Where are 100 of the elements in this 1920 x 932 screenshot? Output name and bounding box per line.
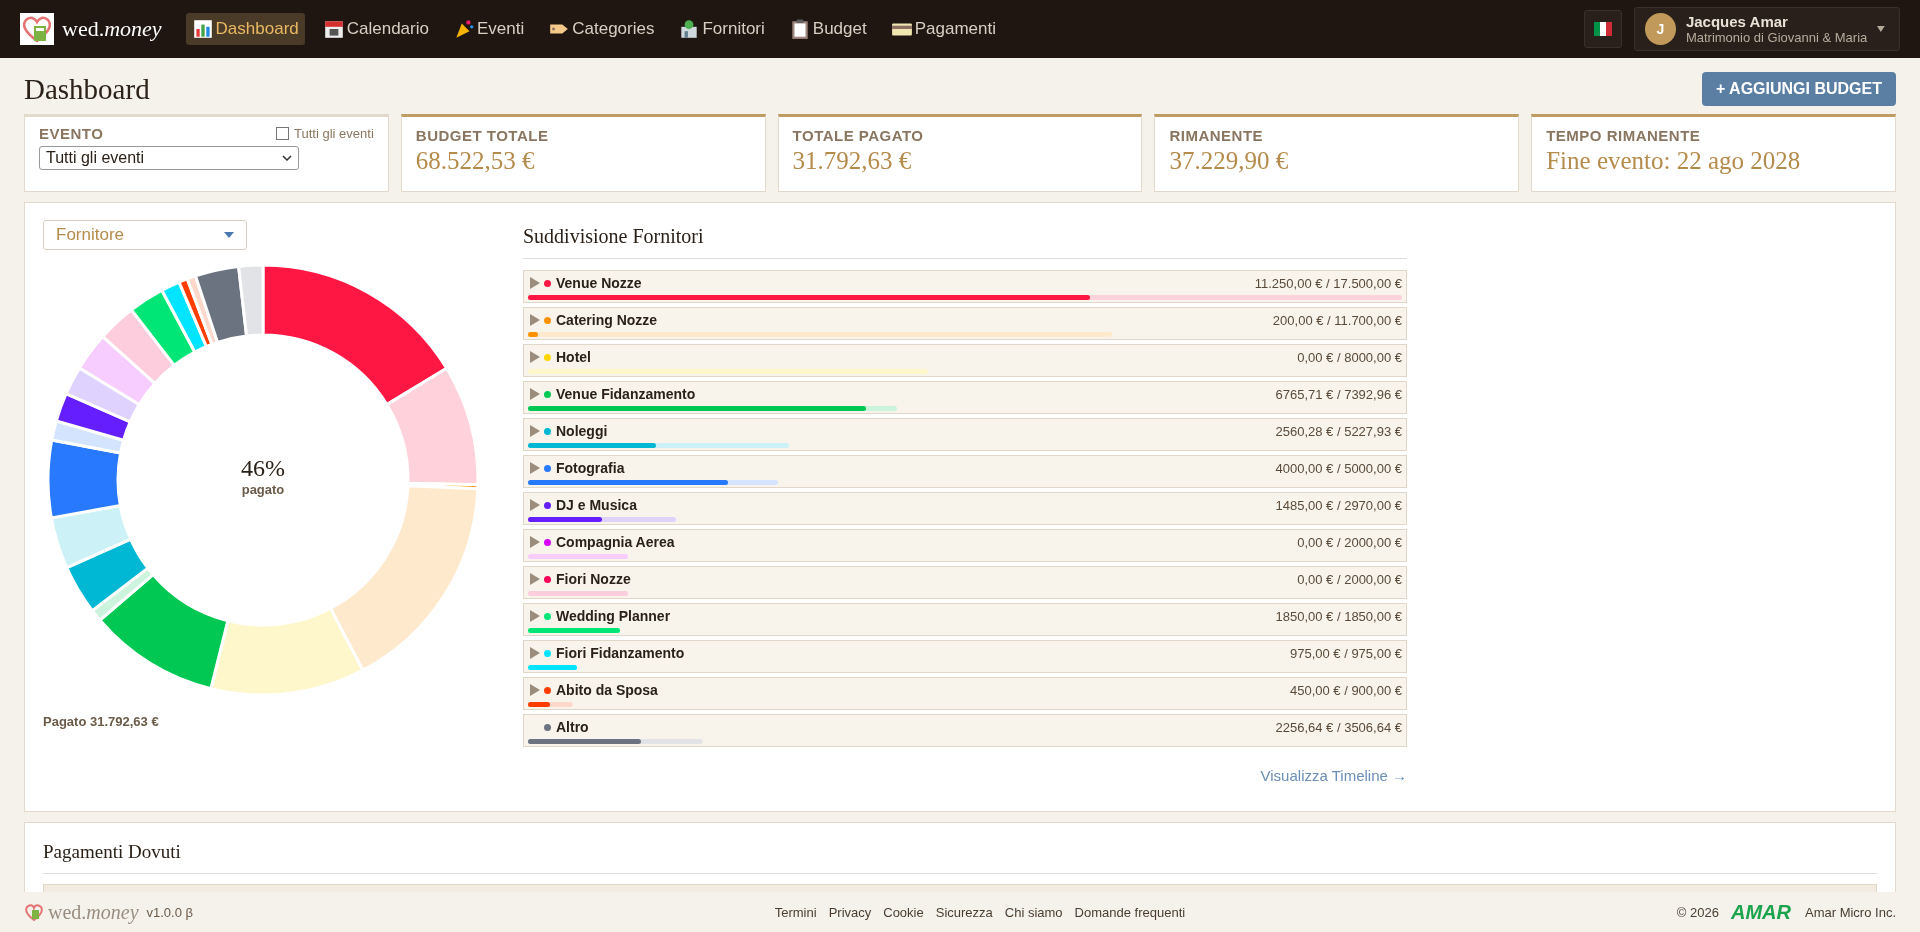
footer-link[interactable]: Chi siamo bbox=[1004, 904, 1063, 920]
paid-caption: pagato bbox=[241, 482, 285, 497]
vendor-row[interactable]: Altro 2256,64 € / 3506,64 € bbox=[523, 714, 1407, 747]
vendor-name: Noleggi bbox=[556, 423, 609, 439]
footer-link[interactable]: Termini bbox=[774, 904, 817, 920]
bar-chart-icon bbox=[191, 18, 214, 40]
expand-icon[interactable] bbox=[530, 536, 540, 548]
user-menu[interactable]: J Jacques Amar Matrimonio di Giovanni & Maria bbox=[1634, 7, 1900, 51]
card-label: BUDGET TOTALE bbox=[415, 127, 550, 144]
party-popper-icon bbox=[453, 18, 475, 40]
vendor-row[interactable]: Venue Nozze 11.250,00 € / 17.500,00 € bbox=[523, 270, 1407, 303]
vendor-row[interactable]: Catering Nozze 200,00 € / 11.700,00 € bbox=[523, 307, 1407, 340]
user-avatar: J bbox=[1645, 13, 1676, 45]
card-label: TOTALE PAGATO bbox=[792, 127, 925, 144]
company-name: Amar Micro Inc. bbox=[1805, 904, 1896, 920]
chevron-down-icon bbox=[282, 155, 292, 161]
footer-link[interactable]: Domande frequenti bbox=[1074, 904, 1186, 920]
copyright: © 2026 bbox=[1676, 904, 1719, 920]
expand-icon[interactable] bbox=[530, 647, 540, 659]
vendor-row[interactable]: Compagnia Aerea 0,00 € / 2000,00 € bbox=[523, 529, 1407, 562]
vendor-amount: 0,00 € / 2000,00 € bbox=[1297, 534, 1402, 550]
caret-icon bbox=[224, 232, 234, 238]
add-budget-button[interactable]: + AGGIUNGI BUDGET bbox=[1701, 72, 1896, 106]
flag-icon bbox=[1594, 22, 1612, 36]
checkbox-box[interactable] bbox=[276, 127, 290, 140]
card-value: 31.792,63 € bbox=[792, 147, 913, 175]
user-name: Jacques Amar bbox=[1685, 13, 1789, 30]
card-value: 37.229,90 € bbox=[1169, 147, 1290, 175]
company-logo: AMAR bbox=[1731, 900, 1791, 924]
expand-icon[interactable] bbox=[530, 277, 540, 289]
brand-name: wed.money bbox=[48, 900, 139, 924]
vendor-name: DJ e Musica bbox=[556, 497, 638, 513]
vendor-name: Venue Fidanzamento bbox=[556, 386, 697, 402]
vendor-row[interactable]: Abito da Sposa 450,00 € / 900,00 € bbox=[523, 677, 1407, 710]
vendor-name: Catering Nozze bbox=[556, 312, 659, 328]
paid-total: Pagato 31.792,63 € bbox=[43, 714, 160, 729]
vendor-amount: 0,00 € / 8000,00 € bbox=[1297, 349, 1402, 365]
nav-tab[interactable]: Calendario bbox=[316, 13, 435, 45]
vendor-name: Compagnia Aerea bbox=[556, 534, 676, 550]
nav-tab[interactable]: Pagamenti bbox=[884, 13, 1002, 45]
nav-tab[interactable]: Categories bbox=[542, 13, 661, 45]
footer-link[interactable]: Sicurezza bbox=[935, 904, 993, 920]
footer-link[interactable]: Privacy bbox=[828, 904, 872, 920]
vendor-row[interactable]: Fiori Nozze 0,00 € / 2000,00 € bbox=[523, 566, 1407, 599]
card-label: RIMANENTE bbox=[1169, 127, 1265, 144]
card-label: TEMPO RIMANENTE bbox=[1546, 127, 1702, 144]
calendar-icon bbox=[322, 18, 345, 40]
vendor-name: Altro bbox=[556, 719, 590, 735]
vendor-amount: 1485,00 € / 2970,00 € bbox=[1275, 497, 1402, 513]
vendor-amount: 2256,64 € / 3506,64 € bbox=[1275, 719, 1402, 735]
nav-tab[interactable]: Eventi bbox=[447, 13, 531, 45]
brand-name: wed.money bbox=[62, 16, 162, 42]
vendor-amount: 200,00 € / 11.700,00 € bbox=[1272, 312, 1402, 328]
section-title: Pagamenti Dovuti bbox=[43, 841, 1877, 874]
vendor-row[interactable]: DJ e Musica 1485,00 € / 2970,00 € bbox=[523, 492, 1407, 525]
language-button[interactable] bbox=[1584, 10, 1622, 48]
card-label: EVENTO bbox=[39, 125, 104, 142]
version-label: v1.0.0 β bbox=[146, 904, 194, 920]
card-value: Fine evento: 22 ago 2028 bbox=[1546, 147, 1802, 175]
section-title: Suddivisione Fornitori bbox=[523, 225, 1407, 259]
expand-icon[interactable] bbox=[530, 684, 540, 696]
all-events-checkbox[interactable]: Tutti gli eventi bbox=[276, 126, 374, 141]
vendor-name: Abito da Sposa bbox=[556, 682, 659, 698]
expand-icon[interactable] bbox=[530, 388, 540, 400]
vendor-row[interactable]: Fiori Fidanzamento 975,00 € / 975,00 € bbox=[523, 640, 1407, 673]
card-value: 68.522,53 € bbox=[415, 147, 536, 175]
nav-tab[interactable]: Budget bbox=[782, 13, 873, 45]
vendor-row[interactable]: Wedding Planner 1850,00 € / 1850,00 € bbox=[523, 603, 1407, 636]
vendor-name: Hotel bbox=[556, 349, 592, 365]
nav-tab[interactable]: Fornitori bbox=[672, 13, 771, 45]
vendor-name: Venue Nozze bbox=[556, 275, 643, 291]
expand-icon[interactable] bbox=[530, 351, 540, 363]
expand-icon[interactable] bbox=[530, 499, 540, 511]
logo-icon bbox=[24, 902, 44, 922]
vendor-row[interactable]: Noleggi 2560,28 € / 5227,93 € bbox=[523, 418, 1407, 451]
vendor-row[interactable]: Fotografia 4000,00 € / 5000,00 € bbox=[523, 455, 1407, 488]
page-title: Dashboard bbox=[24, 73, 150, 106]
vendor-amount: 2560,28 € / 5227,93 € bbox=[1275, 423, 1402, 439]
vendor-name: Fiori Nozze bbox=[556, 571, 632, 587]
vendor-amount: 6765,71 € / 7392,96 € bbox=[1275, 386, 1402, 402]
logo-icon bbox=[20, 13, 54, 45]
vendor-amount: 0,00 € / 2000,00 € bbox=[1297, 571, 1402, 587]
vendor-row[interactable]: Hotel 0,00 € / 8000,00 € bbox=[523, 344, 1407, 377]
nav-tab[interactable]: Dashboard bbox=[185, 13, 305, 45]
vendor-amount: 11.250,00 € / 17.500,00 € bbox=[1254, 275, 1402, 291]
footer-link[interactable]: Cookie bbox=[883, 904, 924, 920]
vendor-name: Wedding Planner bbox=[556, 608, 672, 624]
vendor-amount: 4000,00 € / 5000,00 € bbox=[1275, 460, 1402, 476]
vendor-name: Fotografia bbox=[556, 460, 626, 476]
expand-icon[interactable] bbox=[530, 462, 540, 474]
expand-icon[interactable] bbox=[530, 610, 540, 622]
expand-icon[interactable] bbox=[530, 573, 540, 585]
vendor-amount: 1850,00 € / 1850,00 € bbox=[1275, 608, 1402, 624]
vendor-row[interactable]: Venue Fidanzamento 6765,71 € / 7392,96 € bbox=[523, 381, 1407, 414]
caret-icon bbox=[1877, 26, 1885, 32]
event-select[interactable]: Tutti gli eventi bbox=[39, 146, 299, 170]
expand-icon[interactable] bbox=[530, 425, 540, 437]
vendor-amount: 450,00 € / 900,00 € bbox=[1289, 682, 1402, 698]
expand-icon[interactable] bbox=[530, 314, 540, 326]
vendor-name: Fiori Fidanzamento bbox=[556, 645, 686, 661]
